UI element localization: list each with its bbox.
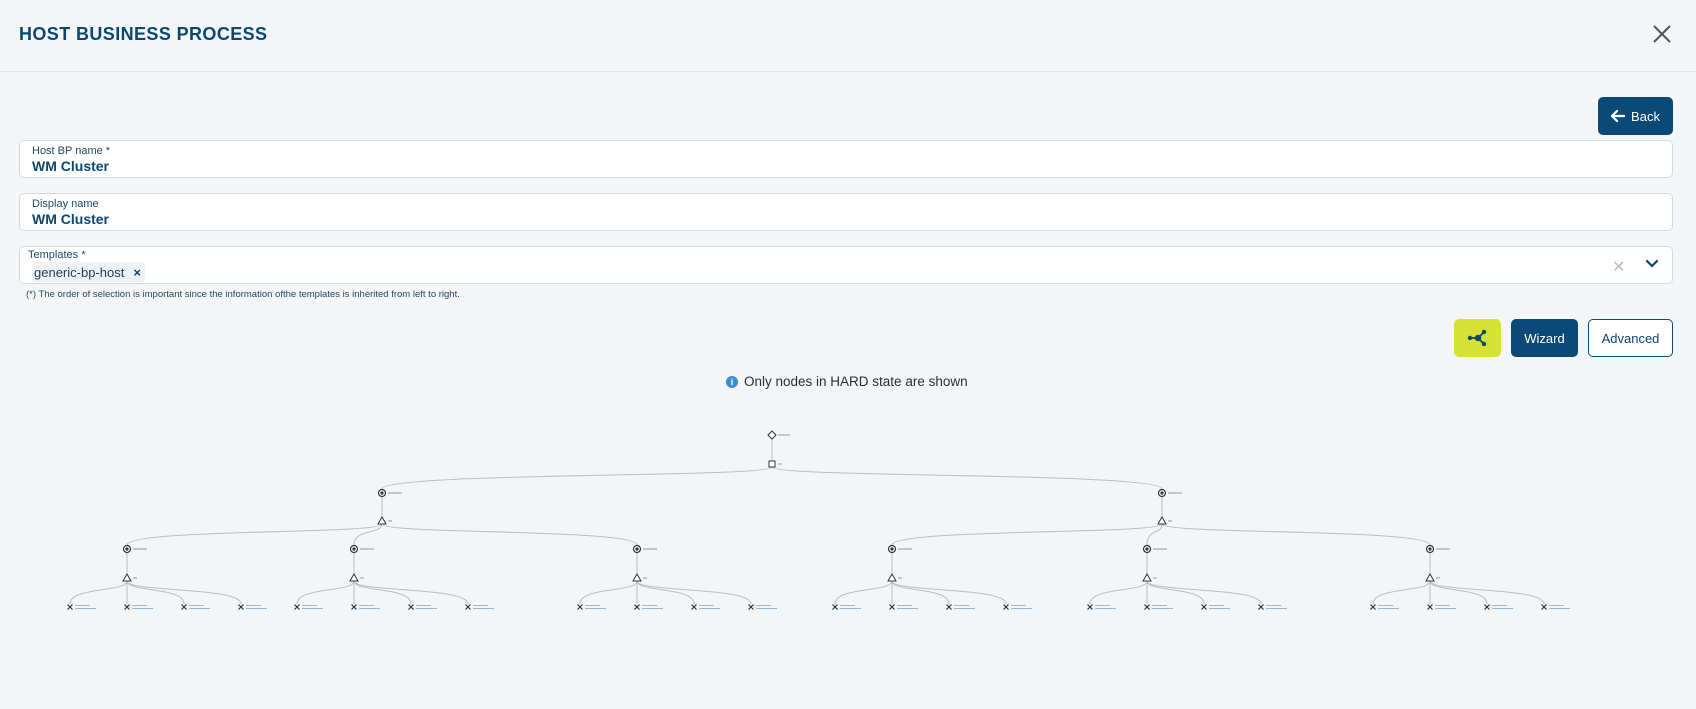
- page-title: HOST BUSINESS PROCESS: [19, 24, 268, 44]
- templates-order-note: (*) The order of selection is important …: [26, 289, 460, 300]
- tree-node-operator[interactable]: [349, 572, 359, 582]
- host-bp-name-field[interactable]: Host BP name * WM Cluster: [19, 140, 1673, 178]
- graph-view-button[interactable]: [1454, 319, 1501, 357]
- advanced-button[interactable]: Advanced: [1588, 319, 1673, 357]
- wizard-button[interactable]: Wizard: [1511, 319, 1578, 357]
- template-chip: generic-bp-host ×: [32, 262, 145, 282]
- clear-icon[interactable]: ✕: [1612, 257, 1625, 277]
- back-button-label: Back: [1631, 108, 1660, 124]
- close-icon: [1653, 25, 1671, 43]
- close-button[interactable]: [1650, 22, 1674, 46]
- back-button[interactable]: Back: [1598, 97, 1673, 135]
- host-bp-name-value[interactable]: WM Cluster: [32, 158, 109, 174]
- tree-node-operator[interactable]: [768, 460, 776, 468]
- tree-node-operator[interactable]: [1157, 515, 1167, 525]
- modal-header: HOST BUSINESS PROCESS: [0, 0, 1696, 72]
- chevron-down-icon: [1645, 259, 1659, 268]
- display-name-field[interactable]: Display name WM Cluster: [19, 193, 1673, 231]
- chip-remove-icon[interactable]: ×: [133, 265, 141, 280]
- tree-node-root[interactable]: [767, 430, 777, 440]
- display-name-label: Display name: [32, 198, 99, 210]
- tree-node-operator[interactable]: [887, 572, 897, 582]
- hard-state-message: Only nodes in HARD state are shown: [744, 374, 968, 389]
- tree-node-operator[interactable]: [122, 572, 132, 582]
- tree-node-operator[interactable]: [1142, 572, 1152, 582]
- template-chip-label: generic-bp-host: [34, 264, 125, 280]
- dropdown-toggle[interactable]: [1645, 259, 1659, 269]
- templates-label: Templates *: [28, 249, 86, 261]
- display-name-value[interactable]: WM Cluster: [32, 211, 109, 227]
- arrow-left-icon: [1611, 110, 1626, 122]
- graph-view-icon: [1467, 329, 1486, 347]
- tree-node-operator[interactable]: [632, 572, 642, 582]
- hard-state-notice: i Only nodes in HARD state are shown: [726, 374, 968, 389]
- tree-node-operator[interactable]: [377, 515, 387, 525]
- tree-node-operator[interactable]: [1425, 572, 1435, 582]
- templates-select[interactable]: Templates * generic-bp-host × ✕: [19, 246, 1673, 284]
- business-process-tree[interactable]: [0, 420, 1696, 620]
- host-bp-name-label: Host BP name *: [32, 145, 111, 157]
- info-icon: i: [726, 375, 738, 388]
